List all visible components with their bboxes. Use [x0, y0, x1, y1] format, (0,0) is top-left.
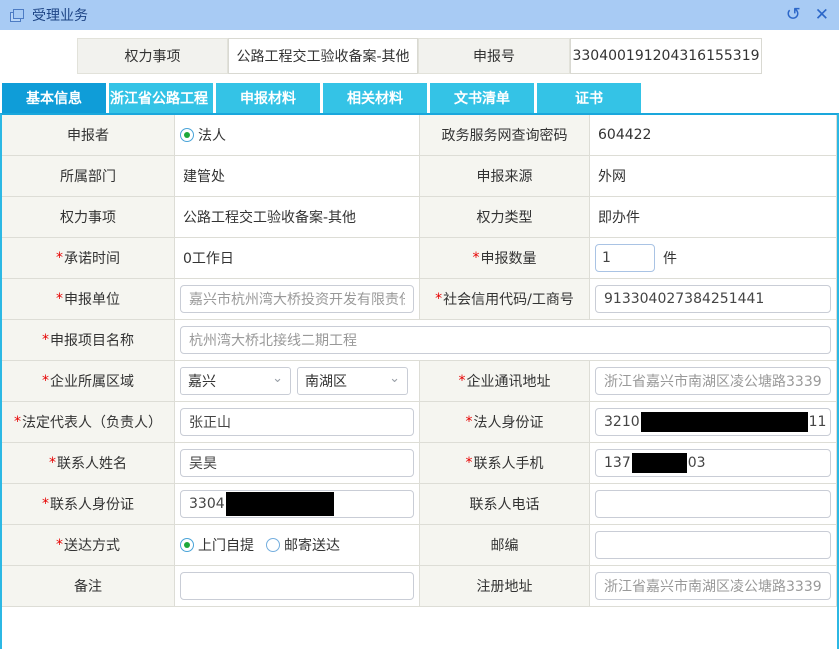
declare-quantity-input[interactable] [595, 244, 655, 272]
required-asterisk: * [56, 537, 63, 553]
power-type: 即办件 [595, 207, 640, 227]
required-asterisk: * [473, 250, 480, 266]
required-asterisk: * [42, 332, 49, 348]
tab-certificate[interactable]: 证书 [537, 83, 641, 113]
field-label: *法人身份证 [420, 402, 590, 443]
applicant-type-radio-0[interactable]: 法人 [180, 125, 226, 145]
field-label: 注册地址 [420, 566, 590, 607]
field-label: *法定代表人（负责人） [2, 402, 175, 443]
field-label: 政务服务网查询密码 [420, 115, 590, 156]
postal-code-input[interactable] [595, 531, 831, 559]
required-asterisk: * [435, 291, 442, 307]
window: 受理业务 ↺ ✕ 权力事项 公路工程交工验收备案-其他 申报号 33040019… [0, 0, 839, 649]
declare-no-header-label: 申报号 [418, 38, 570, 74]
required-asterisk: * [56, 291, 63, 307]
field-label: *申报项目名称 [2, 320, 175, 361]
redaction-block [226, 492, 334, 516]
field-label: 申报者 [2, 115, 175, 156]
enterprise-address-input[interactable] [595, 367, 831, 395]
chevron-down-icon: ⌄ [389, 374, 400, 384]
refresh-icon[interactable]: ↺ [786, 6, 801, 24]
required-asterisk: * [466, 455, 473, 471]
redaction-block [632, 453, 687, 473]
project-name-input[interactable] [180, 326, 831, 354]
chevron-down-icon: ⌄ [272, 374, 283, 384]
field-label: 权力事项 [2, 197, 175, 238]
tab-bar: 基本信息浙江省公路工程申报材料相关材料文书清单证书 [0, 83, 839, 113]
delivery-method-radio-1[interactable]: 邮寄送达 [266, 535, 340, 555]
field-label: *联系人手机 [420, 443, 590, 484]
required-asterisk: * [49, 455, 56, 471]
field-label: *联系人身份证 [2, 484, 175, 525]
enterprise-region-select-0[interactable]: 嘉兴⌄ [180, 367, 291, 395]
required-asterisk: * [56, 250, 63, 266]
tab-declare-materials[interactable]: 申报材料 [216, 83, 320, 113]
redaction-block [641, 412, 808, 432]
power-item-header-label: 权力事项 [77, 38, 228, 74]
field-label: *送达方式 [2, 525, 175, 566]
field-label: *联系人姓名 [2, 443, 175, 484]
form-panel: 申报者法人 政务服务网查询密码 604422 所属部门建管处 申报来源外网权力事项公路工… [0, 113, 839, 649]
field-label: *承诺时间 [2, 238, 175, 279]
legal-id-number-input[interactable]: 321011 [595, 408, 831, 436]
contact-mobile-input[interactable]: 13703 [595, 449, 831, 477]
department: 建管处 [180, 166, 225, 186]
field-label: *申报数量 [420, 238, 590, 279]
field-label: 权力类型 [420, 197, 590, 238]
radio-unselected-icon[interactable] [266, 538, 280, 552]
page-title: 受理业务 [32, 5, 88, 25]
power-item-header-value: 公路工程交工验收备案-其他 [228, 38, 418, 74]
radio-selected-icon[interactable] [180, 538, 194, 552]
quantity-unit-label: 件 [663, 248, 677, 268]
tab-basic-info[interactable]: 基本信息 [2, 83, 106, 113]
remark-input[interactable] [180, 572, 414, 600]
titlebar: 受理业务 ↺ ✕ [0, 0, 839, 30]
registered-address-input[interactable] [595, 572, 831, 600]
field-label: 所属部门 [2, 156, 175, 197]
required-asterisk: * [42, 373, 49, 389]
basic-info-form: 申报者法人 政务服务网查询密码 604422 所属部门建管处 申报来源外网权力事项公路工… [2, 115, 837, 607]
header-bar: 权力事项 公路工程交工验收备案-其他 申报号 33040019120431615… [0, 38, 839, 74]
declare-source: 外网 [595, 166, 626, 186]
radio-selected-icon[interactable] [180, 128, 194, 142]
power-item: 公路工程交工验收备案-其他 [180, 207, 356, 227]
field-label: *企业所属区域 [2, 361, 175, 402]
legal-representative-input[interactable] [180, 408, 414, 436]
tab-document-list[interactable]: 文书清单 [430, 83, 534, 113]
close-icon[interactable]: ✕ [815, 7, 829, 24]
declare-no-header-value: 330400191204316155319 [570, 38, 762, 74]
field-label: 申报来源 [420, 156, 590, 197]
field-label: *社会信用代码/工商号 [420, 279, 590, 320]
field-label: 备注 [2, 566, 175, 607]
required-asterisk: * [14, 414, 21, 430]
promise-time: 0工作日 [180, 248, 234, 268]
field-label: 联系人电话 [420, 484, 590, 525]
delivery-method-radio-0[interactable]: 上门自提 [180, 535, 254, 555]
contact-name-input[interactable] [180, 449, 414, 477]
field-label: *申报单位 [2, 279, 175, 320]
required-asterisk: * [42, 496, 49, 512]
social-credit-code-input[interactable] [595, 285, 831, 313]
required-asterisk: * [459, 373, 466, 389]
tab-related-materials[interactable]: 相关材料 [323, 83, 427, 113]
window-form-icon [10, 9, 25, 22]
enterprise-region-select-1[interactable]: 南湖区⌄ [297, 367, 408, 395]
gov-service-query-password: 604422 [595, 127, 651, 143]
required-asterisk: * [466, 414, 473, 430]
contact-phone-input[interactable] [595, 490, 831, 518]
field-label: 邮编 [420, 525, 590, 566]
tab-zhejiang-highway-project[interactable]: 浙江省公路工程 [109, 83, 213, 113]
contact-id-number-input[interactable]: 3304 [180, 490, 414, 518]
field-label: *企业通讯地址 [420, 361, 590, 402]
declare-unit-input[interactable] [180, 285, 414, 313]
